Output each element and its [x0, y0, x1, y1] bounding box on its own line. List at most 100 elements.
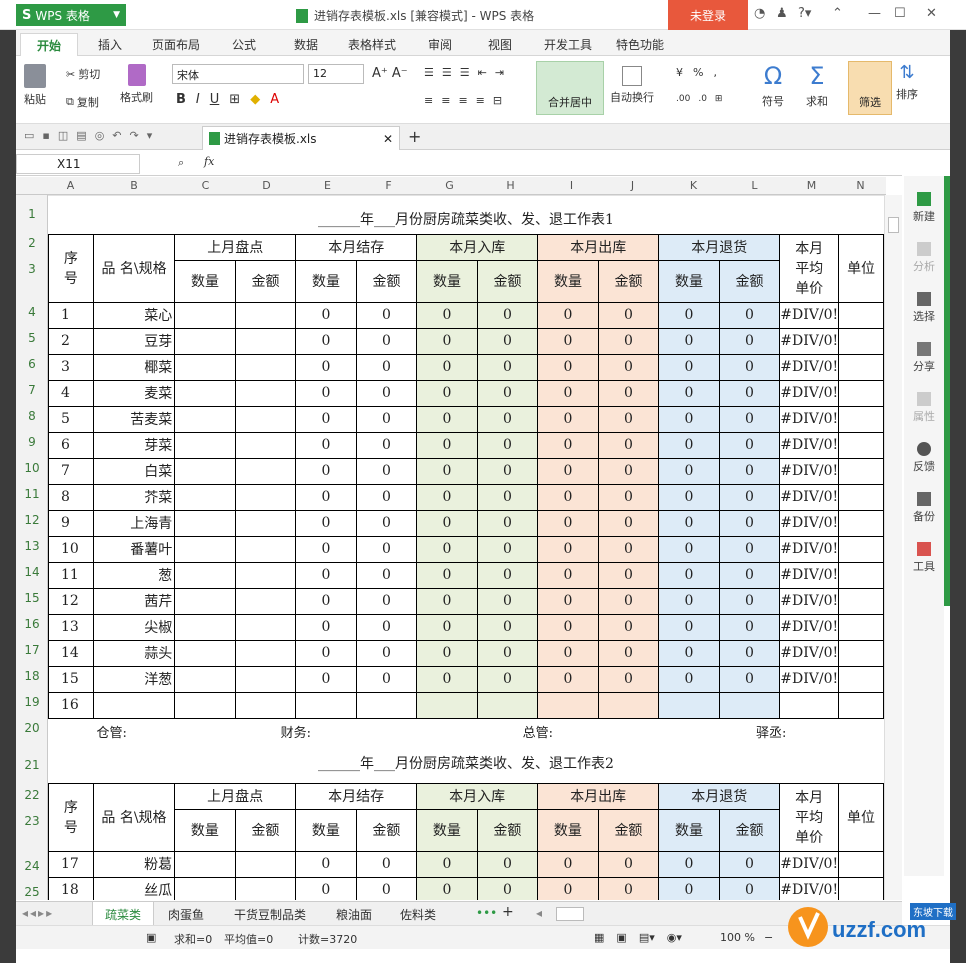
amount-cell[interactable] [234, 691, 297, 719]
qty-cell[interactable]: 0 [295, 431, 357, 459]
side-properties[interactable]: 属性 [904, 392, 944, 424]
amount-cell[interactable]: 0 [718, 379, 781, 407]
amount-cell[interactable] [234, 587, 297, 615]
amount-cell[interactable] [234, 509, 297, 537]
header-avg-price[interactable]: 本月平均单价 [779, 233, 840, 303]
avg-price-cell[interactable]: #DIV/0! [779, 509, 840, 537]
qty-cell[interactable]: 0 [537, 405, 599, 433]
avg-price-cell[interactable]: #DIV/0! [779, 850, 840, 878]
align-left-icon[interactable]: ≡ [424, 94, 433, 107]
row-header[interactable]: 13 [16, 539, 48, 553]
qty-cell[interactable]: 0 [537, 509, 599, 537]
amount-cell[interactable]: 0 [597, 561, 660, 589]
amount-cell[interactable]: 0 [718, 509, 781, 537]
qty-cell[interactable]: 0 [658, 561, 720, 589]
unit-cell[interactable] [838, 509, 884, 537]
header-amount[interactable]: 金额 [718, 259, 781, 303]
close-icon[interactable]: ✕ [926, 6, 937, 21]
unit-cell[interactable] [838, 327, 884, 355]
amount-cell[interactable]: 0 [597, 353, 660, 381]
avg-price-cell[interactable]: #DIV/0! [779, 327, 840, 355]
amount-cell[interactable]: 0 [597, 457, 660, 485]
amount-cell[interactable] [234, 457, 297, 485]
amount-cell[interactable]: 0 [355, 587, 418, 615]
qty-cell[interactable]: 0 [658, 379, 720, 407]
qty-cell[interactable] [174, 850, 236, 878]
unit-cell[interactable] [838, 850, 884, 878]
unit-cell[interactable] [838, 457, 884, 485]
amount-cell[interactable]: 0 [718, 665, 781, 693]
avg-price-cell[interactable]: #DIV/0! [779, 535, 840, 563]
sheet-nav-arrows[interactable]: ◂◂▸▸ [22, 906, 54, 920]
redo-icon[interactable]: ↷ [130, 129, 139, 142]
amount-cell[interactable]: 0 [355, 639, 418, 667]
sheet-tab-meat[interactable]: 肉蛋鱼 [168, 906, 204, 923]
seq-cell[interactable]: 6 [48, 431, 94, 459]
tab-page-layout[interactable]: 页面布局 [152, 36, 200, 53]
side-feedback[interactable]: 反馈 [904, 442, 944, 474]
row-header[interactable]: 24 [16, 859, 48, 873]
item-name-cell[interactable]: 上海青 [92, 509, 176, 537]
amount-cell[interactable]: 0 [355, 509, 418, 537]
qty-cell[interactable]: 0 [537, 301, 599, 329]
avg-price-cell[interactable]: #DIV/0! [779, 587, 840, 615]
amount-cell[interactable]: 0 [476, 876, 539, 900]
side-analyze[interactable]: 分析 [904, 242, 944, 274]
amount-cell[interactable]: 0 [476, 301, 539, 329]
page-view-icon[interactable]: ▣ [616, 931, 626, 944]
amount-cell[interactable] [234, 379, 297, 407]
seq-cell[interactable]: 13 [48, 613, 94, 641]
qty-cell[interactable]: 0 [416, 379, 478, 407]
qty-cell[interactable]: 0 [537, 327, 599, 355]
amount-cell[interactable]: 0 [476, 457, 539, 485]
qty-cell[interactable] [174, 457, 236, 485]
amount-cell[interactable]: 0 [597, 639, 660, 667]
sheet-tab-vegetables[interactable]: 疏菜类 [92, 902, 155, 926]
qty-cell[interactable]: 0 [658, 301, 720, 329]
help-icon[interactable]: ?▾ [798, 6, 811, 21]
qty-cell[interactable]: 0 [537, 876, 599, 900]
header-amount[interactable]: 金额 [597, 808, 660, 852]
unit-cell[interactable] [838, 587, 884, 615]
amount-cell[interactable]: 0 [476, 431, 539, 459]
amount-cell[interactable]: 0 [476, 327, 539, 355]
qty-cell[interactable] [174, 561, 236, 589]
paste-button[interactable]: 粘贴 [24, 64, 46, 107]
qty-cell[interactable] [416, 691, 478, 719]
decrease-decimal-icon[interactable]: .0 [698, 94, 707, 104]
amount-cell[interactable]: 0 [355, 301, 418, 329]
seq-cell[interactable]: 18 [48, 876, 94, 900]
qty-cell[interactable]: 0 [295, 535, 357, 563]
qty-cell[interactable]: 0 [416, 850, 478, 878]
header-out[interactable]: 本月出库 [537, 233, 660, 261]
header-avg-price[interactable]: 本月平均单价 [779, 782, 840, 852]
document-tab[interactable]: 进销存表模板.xls ✕ [202, 126, 400, 150]
qty-cell[interactable]: 0 [416, 301, 478, 329]
avg-price-cell[interactable]: #DIV/0! [779, 665, 840, 693]
amount-cell[interactable]: 0 [476, 379, 539, 407]
row-header[interactable]: 2 [16, 236, 48, 250]
item-name-cell[interactable]: 芥菜 [92, 483, 176, 511]
amount-cell[interactable]: 0 [355, 431, 418, 459]
header-qty[interactable]: 数量 [174, 808, 236, 852]
avg-price-cell[interactable]: #DIV/0! [779, 431, 840, 459]
copy-button[interactable]: ⧉ 复制 [66, 94, 99, 110]
maximize-icon[interactable]: ☐ [894, 6, 906, 21]
seq-cell[interactable]: 15 [48, 665, 94, 693]
amount-cell[interactable]: 0 [476, 509, 539, 537]
qty-cell[interactable] [295, 691, 357, 719]
header-qty[interactable]: 数量 [658, 808, 720, 852]
amount-cell[interactable] [234, 353, 297, 381]
vertical-scrollbar[interactable] [884, 195, 902, 900]
amount-cell[interactable] [234, 561, 297, 589]
side-backup[interactable]: 备份 [904, 492, 944, 524]
item-name-cell[interactable]: 茜芹 [92, 587, 176, 615]
print-icon[interactable]: ▤ [76, 129, 86, 142]
seq-cell[interactable]: 16 [48, 691, 94, 719]
qty-cell[interactable]: 0 [295, 379, 357, 407]
tab-features[interactable]: 特色功能 [616, 36, 664, 53]
qty-cell[interactable] [174, 405, 236, 433]
formula-input[interactable] [236, 154, 896, 174]
qty-cell[interactable]: 0 [416, 509, 478, 537]
table-title[interactable]: ______年___月份厨房疏菜类收、发、退工作表1 [48, 205, 884, 235]
